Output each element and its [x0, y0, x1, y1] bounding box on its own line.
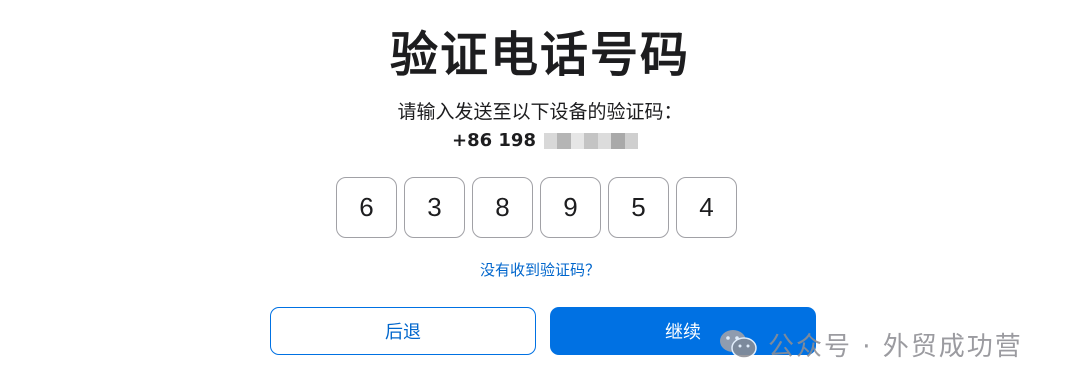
code-digit-box-1[interactable]: 6 — [336, 177, 397, 238]
phone-number-row: +86 198 — [452, 127, 638, 155]
verify-phone-page: 验证电话号码 请输入发送至以下设备的验证码： +86 198 6 3 8 9 5… — [0, 0, 1080, 387]
phone-number-mask — [543, 133, 638, 149]
instruction-text: 请输入发送至以下设备的验证码： — [397, 101, 683, 123]
mask-pixel — [543, 133, 558, 149]
mask-pixel — [557, 133, 571, 149]
wechat-icon — [720, 330, 757, 359]
phone-number: +86 198 — [452, 130, 536, 151]
code-digit-box-2[interactable]: 3 — [404, 177, 465, 238]
watermark-text: 公众号 · 外贸成功营 — [768, 331, 1023, 362]
resend-code-link[interactable]: 没有收到验证码？ — [0, 259, 1080, 281]
mask-pixel — [584, 133, 598, 149]
mask-pixel — [570, 133, 585, 149]
mask-pixel — [611, 133, 625, 149]
watermark: 公众号 · 外贸成功营 — [718, 324, 1023, 364]
code-digit-box-4[interactable]: 9 — [540, 177, 601, 238]
verification-code-input: 6 3 8 9 5 4 — [336, 177, 737, 238]
mask-pixel — [597, 133, 612, 149]
back-button[interactable]: 后退 — [270, 307, 536, 355]
mask-pixel — [624, 133, 638, 149]
code-digit-box-5[interactable]: 5 — [608, 177, 669, 238]
code-digit-box-6[interactable]: 4 — [676, 177, 737, 238]
code-digit-box-3[interactable]: 8 — [472, 177, 533, 238]
page-title: 验证电话号码 — [389, 27, 690, 83]
